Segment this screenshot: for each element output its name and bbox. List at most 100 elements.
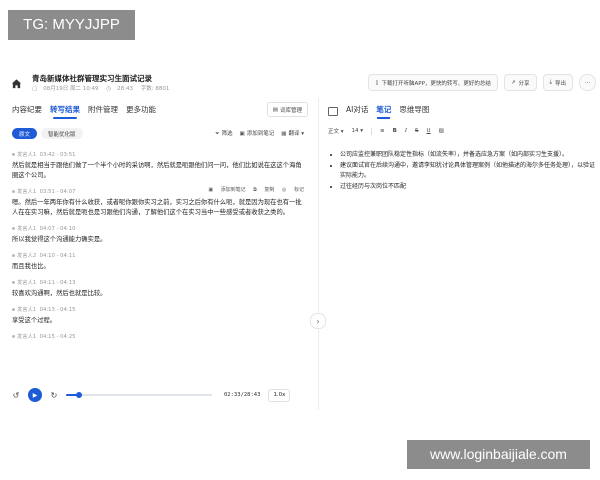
document-title: 青岛新媒体社群管理实习生面试记录 — [32, 74, 152, 83]
download-icon: ⤓ — [549, 79, 552, 85]
transcript-segment[interactable]: 发言人1 04:15 - 04:25 — [12, 332, 304, 340]
bold-button[interactable]: B — [393, 128, 397, 134]
collapse-panel-button[interactable]: › — [310, 313, 326, 329]
segment-header: 发言人1 04:13 - 04:15 — [12, 305, 304, 313]
notes-editor[interactable]: 公司应监控兼职团队稳定性指标（如流失率），并备选应急方案（如内部实习生支援）。 … — [332, 150, 596, 193]
progress-bar[interactable] — [66, 392, 212, 398]
text-style-select[interactable]: 正文 ▾ — [328, 127, 344, 135]
add-to-note-label: 添加到笔记 — [246, 131, 275, 137]
speaker-name: 发言人1 — [17, 189, 37, 195]
align-icon[interactable]: ≡ — [380, 128, 385, 134]
segment-time: 04:15 - 04:25 — [39, 334, 76, 340]
original-version-pill[interactable]: 原文 — [12, 128, 38, 139]
segment-header: 发言人2 04:10 - 04:11 — [12, 251, 304, 259]
filter-label: 筛选 — [221, 131, 233, 137]
tab-mindmap[interactable]: 思维导图 — [399, 104, 429, 119]
segment-time: 04:13 - 04:15 — [39, 307, 76, 313]
phone-icon: ▯ — [375, 79, 379, 86]
add-to-note-button[interactable]: ▣ 添加到笔记 — [240, 129, 275, 138]
segment-text: 享受这个过程。 — [12, 317, 57, 324]
underline-button[interactable]: U — [427, 128, 431, 134]
transcript-segment[interactable]: 发言人1 03:51 - 04:07 ▣ 添加到笔记 ⧉ 复制 ◎ 标记 嗯。然… — [12, 187, 304, 218]
progress-handle[interactable] — [75, 392, 82, 398]
filter-button[interactable]: ⏷ 筛选 — [215, 129, 232, 138]
speaker-dot-icon — [12, 190, 15, 193]
segment-add-note-label: 添加到笔记 — [220, 187, 246, 193]
app-download-button[interactable]: ▯ 下载打开听脑APP，更快的转写、更好的总结 — [368, 74, 498, 91]
playback-speed-button[interactable]: 1.0x — [268, 388, 291, 402]
notes-tabs: AI对话 笔记 思维导图 — [328, 104, 429, 119]
segment-text: 较喜欢沟通啊，然后也就是比较。 — [12, 290, 107, 297]
optimized-version-pill[interactable]: 智能优化版 — [41, 128, 83, 139]
speaker-name: 发言人1 — [17, 334, 37, 340]
editor-toolbar: 正文 ▾ 14 ▾ ≡ B I S U ▨ — [328, 127, 444, 135]
forward-icon[interactable]: ↻ — [48, 391, 60, 400]
book-icon: ▤ — [272, 106, 278, 113]
segment-time: 04:10 - 04:11 — [39, 253, 76, 259]
rewind-icon[interactable]: ↺ — [10, 391, 22, 400]
meta-duration: 28:43 — [117, 86, 133, 92]
export-button[interactable]: ⤓ 导出 — [542, 74, 573, 91]
segment-copy-button[interactable]: ⧉ 复制 — [253, 187, 274, 193]
meta-date: 08月19日 周二 10:49 — [43, 86, 99, 92]
app-download-label: 下载打开听脑APP，更快的转写、更好的总结 — [381, 80, 491, 87]
segment-text: 嗯。然后一年两年你有什么收获，或者呢你跟你实习之前，实习之后你有什么呃，就是因为… — [12, 199, 302, 216]
transcript-tools: ⏷ 筛选 ▣ 添加到笔记 ▦ 翻译 ▾ — [215, 129, 304, 138]
top-bar: 青岛新媒体社群管理实习生面试记录 ▢ 08月19日 周二 10:49 ◷ 28:43… — [8, 70, 600, 96]
strikethrough-button[interactable]: S — [415, 128, 419, 134]
filter-icon: ⏷ — [215, 131, 220, 137]
app-window: 青岛新媒体社群管理实习生面试记录 ▢ 08月19日 周二 10:49 ◷ 28:43… — [8, 70, 600, 410]
segment-mark-button[interactable]: ◎ 标记 — [282, 187, 304, 193]
transcript-segment[interactable]: 发言人1 04:11 - 04:13 较喜欢沟通啊，然后也就是比较。 — [12, 278, 304, 299]
transcript-list[interactable]: 发言人1 03:42 - 03:51 然后就是相当于跟他们做了一个半个小时的采访… — [12, 150, 304, 370]
speaker-dot-icon — [12, 335, 15, 338]
audio-player: ↺ ▶ ↻ 02:33/28:43 1.0x — [10, 385, 306, 405]
font-size-select[interactable]: 14 ▾ — [352, 128, 364, 134]
vocab-manage-button[interactable]: ▤ 词库管理 — [266, 102, 308, 117]
tab-more[interactable]: 更多功能 — [126, 104, 156, 119]
italic-button[interactable]: I — [405, 128, 407, 134]
tab-transcript[interactable]: 转写结果 — [50, 104, 80, 119]
segment-header: 发言人1 04:15 - 04:25 — [12, 332, 304, 340]
play-button[interactable]: ▶ — [28, 388, 42, 402]
more-icon: ··· — [584, 79, 591, 86]
tab-notes[interactable]: 笔记 — [376, 104, 391, 119]
segment-add-note-button[interactable]: ▣ 添加到笔记 — [208, 187, 245, 193]
tab-attachments[interactable]: 附件管理 — [88, 104, 118, 119]
tab-summary[interactable]: 内容纪要 — [12, 104, 42, 119]
translate-button[interactable]: ▦ 翻译 ▾ — [281, 129, 304, 138]
speaker-name: 发言人2 — [17, 253, 37, 259]
tab-ai-chat[interactable]: AI对话 — [346, 104, 368, 119]
segment-header: 发言人1 04:07 - 04:10 — [12, 224, 304, 232]
segment-time: 04:11 - 04:13 — [39, 280, 76, 286]
chevron-right-icon: › — [316, 316, 320, 326]
share-label: 分享 — [518, 80, 530, 87]
website-watermark: www.loginbaijiale.com — [407, 440, 590, 469]
total-time: 28:43 — [243, 392, 261, 398]
speaker-name: 发言人1 — [17, 280, 37, 286]
share-button[interactable]: ↗ 分享 — [503, 74, 537, 91]
segment-text: 而且我也比。 — [12, 263, 50, 270]
speaker-name: 发言人1 — [17, 307, 37, 313]
note-item: 公司应监控兼职团队稳定性指标（如流失率），并备选应急方案（如内部实习生支援）。 — [340, 150, 596, 160]
transcript-segment[interactable]: 发言人2 04:10 - 04:11 而且我也比。 — [12, 251, 304, 272]
clock-icon: ◷ — [106, 86, 112, 92]
transcript-segment[interactable]: 发言人1 04:13 - 04:15 享受这个过程。 — [12, 305, 304, 326]
transcript-segment[interactable]: 发言人1 03:42 - 03:51 然后就是相当于跟他们做了一个半个小时的采访… — [12, 150, 304, 181]
note-item: 过往经历与次岗位不匹配 — [340, 182, 596, 192]
top-actions: ▯ 下载打开听脑APP，更快的转写、更好的总结 ↗ 分享 ⤓ 导出 ··· — [368, 74, 596, 91]
speaker-dot-icon — [12, 227, 15, 230]
panel-toggle-icon[interactable] — [328, 107, 338, 116]
home-icon[interactable] — [11, 78, 22, 89]
play-icon: ▶ — [32, 391, 38, 399]
transcript-panel: 内容纪要 转写结果 附件管理 更多功能 ▤ 词库管理 原文 智能优化版 ⏷ 筛选 … — [8, 98, 308, 410]
panel-divider[interactable] — [318, 98, 319, 410]
notes-list: 公司应监控兼职团队稳定性指标（如流失率），并备选应急方案（如内部实习生支援）。 … — [332, 150, 596, 192]
highlight-icon[interactable]: ▨ — [439, 128, 444, 134]
version-switch: 原文 智能优化版 — [12, 128, 83, 139]
share-icon: ↗ — [510, 79, 516, 86]
speaker-dot-icon — [12, 281, 15, 284]
transcript-segment[interactable]: 发言人1 04:07 - 04:10 所以我觉得这个沟通能力确实是。 — [12, 224, 304, 245]
more-button[interactable]: ··· — [579, 74, 596, 91]
segment-text: 然后就是相当于跟他们做了一个半个小时的采访啊，然后就是呃跟他们问一问，他们比如说… — [12, 162, 302, 179]
